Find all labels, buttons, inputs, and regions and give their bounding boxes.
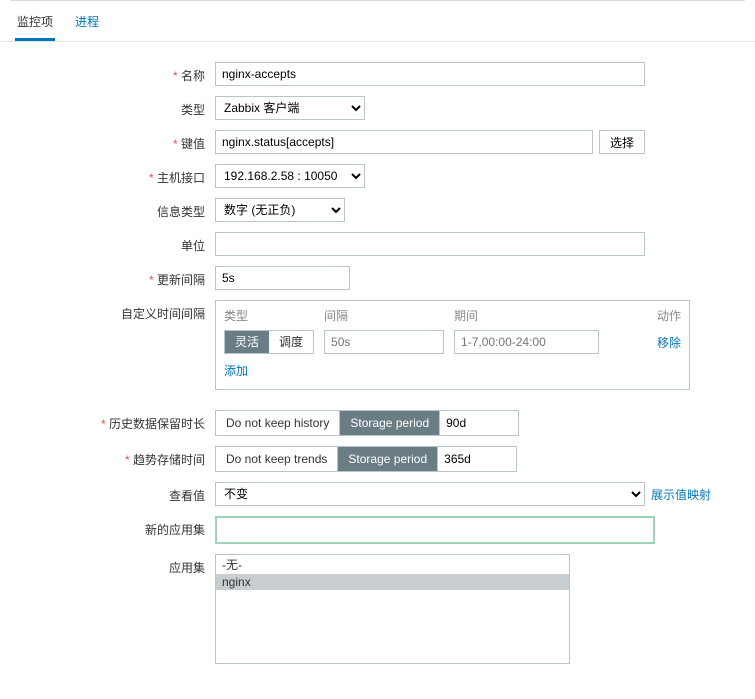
- select-button[interactable]: 选择: [599, 130, 645, 154]
- tabs: 监控项 进程: [0, 1, 755, 42]
- app-item-nginx[interactable]: nginx: [216, 574, 569, 590]
- label-key: 键值: [20, 130, 215, 152]
- label-update: 更新间隔: [20, 266, 215, 288]
- label-history: 历史数据保留时长: [20, 410, 215, 432]
- show-select[interactable]: 不变: [215, 482, 645, 506]
- add-link[interactable]: 添加: [224, 364, 248, 378]
- col-interval: 间隔: [324, 307, 454, 324]
- key-input[interactable]: [215, 130, 593, 154]
- label-iface: 主机接口: [20, 164, 215, 186]
- trend-nokeep[interactable]: Do not keep trends: [215, 446, 338, 472]
- col-period: 期间: [454, 307, 614, 324]
- trend-storage[interactable]: Storage period: [337, 446, 438, 472]
- label-newapp: 新的应用集: [20, 516, 215, 538]
- app-item-none[interactable]: -无-: [216, 555, 569, 574]
- period-input[interactable]: [454, 330, 599, 354]
- history-nokeep[interactable]: Do not keep history: [215, 410, 340, 436]
- infotype-select[interactable]: 数字 (无正负): [215, 198, 345, 222]
- new-app-input[interactable]: [219, 520, 651, 540]
- seg-scheduling[interactable]: 调度: [269, 331, 313, 353]
- label-custom: 自定义时间间隔: [20, 300, 215, 322]
- unit-input[interactable]: [215, 232, 645, 256]
- col-type: 类型: [224, 307, 324, 324]
- type-select[interactable]: Zabbix 客户端: [215, 96, 365, 120]
- label-infotype: 信息类型: [20, 198, 215, 220]
- app-listbox: -无- nginx: [215, 554, 570, 664]
- custom-interval-box: 类型 间隔 期间 动作 灵活 调度 移除 添加: [215, 300, 690, 390]
- label-app: 应用集: [20, 554, 215, 576]
- seg-flexible[interactable]: 灵活: [225, 331, 269, 353]
- col-action: 动作: [614, 307, 681, 324]
- interval-type-toggle: 灵活 调度: [224, 330, 314, 354]
- history-value[interactable]: [439, 410, 519, 436]
- label-trend: 趋势存储时间: [20, 446, 215, 468]
- trend-value[interactable]: [437, 446, 517, 472]
- label-show: 查看值: [20, 482, 215, 504]
- label-type: 类型: [20, 96, 215, 118]
- remove-link[interactable]: 移除: [657, 334, 681, 351]
- name-input[interactable]: [215, 62, 645, 86]
- label-name: 名称: [20, 62, 215, 84]
- tab-process[interactable]: 进程: [73, 9, 101, 41]
- new-app-wrap: [215, 516, 655, 544]
- label-unit: 单位: [20, 232, 215, 254]
- history-storage[interactable]: Storage period: [339, 410, 440, 436]
- iface-select[interactable]: 192.168.2.58 : 10050: [215, 164, 365, 188]
- interval-input[interactable]: [324, 330, 444, 354]
- update-input[interactable]: [215, 266, 350, 290]
- tab-monitor[interactable]: 监控项: [15, 9, 55, 41]
- value-map-link[interactable]: 展示值映射: [651, 486, 711, 503]
